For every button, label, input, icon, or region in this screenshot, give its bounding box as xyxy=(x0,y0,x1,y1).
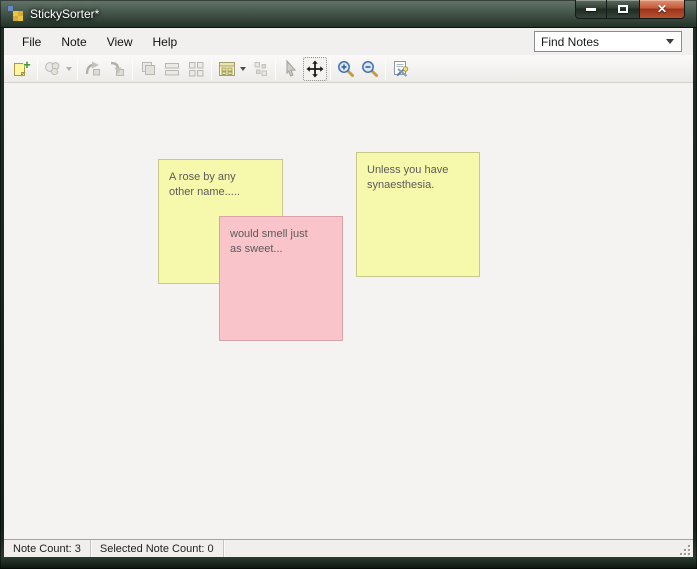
menu-help[interactable]: Help xyxy=(143,31,188,53)
note-tools-icon[interactable] xyxy=(389,57,413,81)
window-title: StickySorter* xyxy=(30,6,100,21)
table-view-icon[interactable] xyxy=(215,57,248,81)
toolbar-separator xyxy=(330,57,331,80)
chevron-down-icon xyxy=(666,39,674,44)
menu-note[interactable]: Note xyxy=(51,31,96,53)
title-bar[interactable]: StickySorter* ✕ xyxy=(0,0,697,28)
bring-forward-icon xyxy=(81,57,105,81)
find-notes-combobox[interactable]: Find Notes xyxy=(534,31,682,52)
arrange-rows-icon xyxy=(160,57,184,81)
maximize-icon xyxy=(618,5,628,13)
add-note-icon[interactable] xyxy=(10,57,34,81)
menu-file[interactable]: File xyxy=(12,31,51,53)
zoom-in-icon[interactable] xyxy=(334,57,358,81)
sticky-note[interactable]: Unless you have synaesthesia. xyxy=(356,152,480,277)
chevron-down-icon xyxy=(66,66,72,71)
chevron-down-icon xyxy=(240,66,246,71)
toolbar-separator xyxy=(385,57,386,80)
toolbar xyxy=(4,55,693,83)
toolbar-separator xyxy=(37,57,38,80)
group-notes-icon xyxy=(41,57,74,81)
canvas[interactable]: A rose by any other name..... would smell… xyxy=(4,83,693,539)
select-tool-icon xyxy=(279,57,303,81)
toolbar-separator xyxy=(211,57,212,80)
minimize-icon xyxy=(586,7,596,11)
send-backward-icon xyxy=(105,57,129,81)
menu-bar: File Note View Help Find Notes xyxy=(4,28,693,55)
close-icon: ✕ xyxy=(656,2,668,16)
minimize-button[interactable] xyxy=(575,0,607,19)
toolbar-separator xyxy=(77,57,78,80)
stack-notes-icon xyxy=(136,57,160,81)
app-icon xyxy=(8,6,23,21)
resize-grip[interactable] xyxy=(679,544,690,555)
find-notes-value: Find Notes xyxy=(541,34,600,49)
sticky-note[interactable]: would smell just as sweet... xyxy=(219,216,343,341)
note-count-status: Note Count: 3 xyxy=(4,540,91,557)
zoom-out-icon[interactable] xyxy=(358,57,382,81)
arrange-grid-icon xyxy=(184,57,208,81)
client-area: File Note View Help Find Notes A rose by… xyxy=(4,28,693,557)
close-button[interactable]: ✕ xyxy=(639,0,685,19)
app-window: StickySorter* ✕ File Note View Help Find… xyxy=(0,0,697,569)
menu-view[interactable]: View xyxy=(97,31,143,53)
selected-note-count-status: Selected Note Count: 0 xyxy=(91,540,224,557)
maximize-button[interactable] xyxy=(607,0,639,19)
pan-tool-icon[interactable] xyxy=(303,56,327,81)
toolbar-separator xyxy=(132,57,133,80)
toolbar-separator xyxy=(275,57,276,80)
status-bar: Note Count: 3 Selected Note Count: 0 xyxy=(4,539,693,557)
scatter-view-icon xyxy=(248,57,272,81)
window-controls: ✕ xyxy=(575,0,685,19)
